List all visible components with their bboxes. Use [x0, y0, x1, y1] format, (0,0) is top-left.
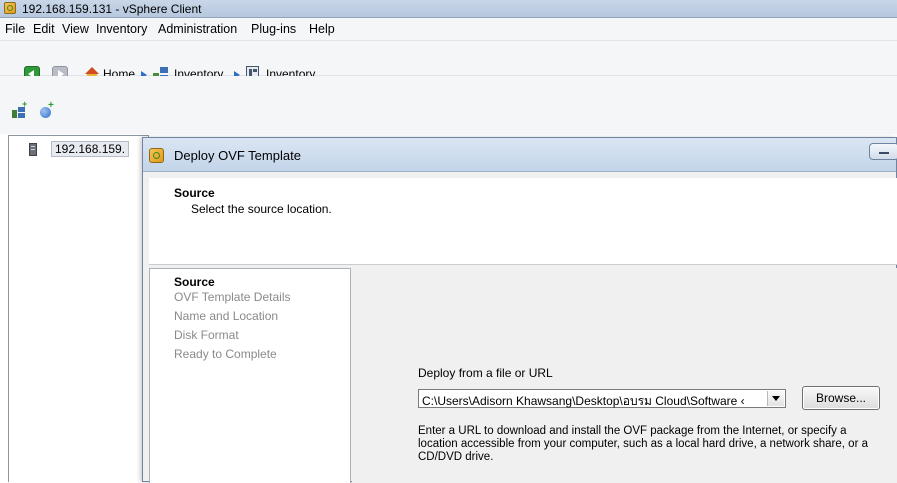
- menu-help[interactable]: Help: [309, 22, 335, 36]
- source-location-value: C:\Users\Adisorn Khawsang\Desktop\อบรม C…: [422, 394, 745, 408]
- step-ready-to-complete[interactable]: Ready to Complete: [174, 347, 277, 361]
- navigation-bar: Home Inventory Inventory: [0, 41, 897, 82]
- source-location-combobox[interactable]: C:\Users\Adisorn Khawsang\Desktop\อบรม C…: [418, 389, 786, 408]
- step-ovf-template-details[interactable]: OVF Template Details: [174, 290, 291, 304]
- wizard-steps: Source OVF Template Details Name and Loc…: [149, 268, 351, 483]
- menu-bar: File Edit View Inventory Administration …: [0, 18, 897, 41]
- chevron-down-icon[interactable]: [767, 391, 784, 406]
- header-subtitle: Select the source location.: [191, 202, 332, 216]
- help-text: Enter a URL to download and install the …: [418, 425, 868, 463]
- minimize-button[interactable]: [869, 143, 897, 160]
- window-title: 192.168.159.131 - vSphere Client: [22, 2, 202, 16]
- browse-button[interactable]: Browse...: [802, 386, 880, 410]
- vsphere-app-icon: [4, 2, 16, 14]
- source-content: Deploy from a file or URL C:\Users\Adiso…: [352, 268, 897, 483]
- menu-file[interactable]: File: [5, 22, 25, 36]
- tree-host-item[interactable]: 192.168.159.: [51, 141, 130, 157]
- menu-edit[interactable]: Edit: [33, 22, 55, 36]
- menu-inventory[interactable]: Inventory: [96, 22, 147, 36]
- step-disk-format[interactable]: Disk Format: [174, 328, 239, 342]
- server-icon: [29, 143, 37, 156]
- dialog-header: Source Select the source location.: [149, 178, 897, 265]
- menu-plugins[interactable]: Plug-ins: [251, 22, 296, 36]
- deploy-ovf-icon: [149, 148, 164, 163]
- deploy-ovf-dialog: Deploy OVF Template Source Select the so…: [142, 137, 897, 483]
- menu-view[interactable]: View: [62, 22, 89, 36]
- deploy-label: Deploy from a file or URL: [418, 366, 553, 380]
- window-titlebar: 192.168.159.131 - vSphere Client: [0, 0, 897, 18]
- step-source[interactable]: Source: [174, 275, 215, 289]
- inventory-toolbar: + +: [0, 76, 897, 134]
- menu-administration[interactable]: Administration: [158, 22, 237, 36]
- add-cluster-icon[interactable]: +: [39, 101, 54, 118]
- tree-host-label: 192.168.159.: [55, 142, 126, 156]
- inventory-tree: 192.168.159.: [8, 135, 149, 482]
- step-name-and-location[interactable]: Name and Location: [174, 309, 278, 323]
- add-host-icon[interactable]: +: [12, 100, 27, 118]
- header-title: Source: [174, 186, 215, 200]
- dialog-titlebar: Deploy OVF Template: [143, 138, 897, 172]
- dialog-title: Deploy OVF Template: [174, 148, 301, 163]
